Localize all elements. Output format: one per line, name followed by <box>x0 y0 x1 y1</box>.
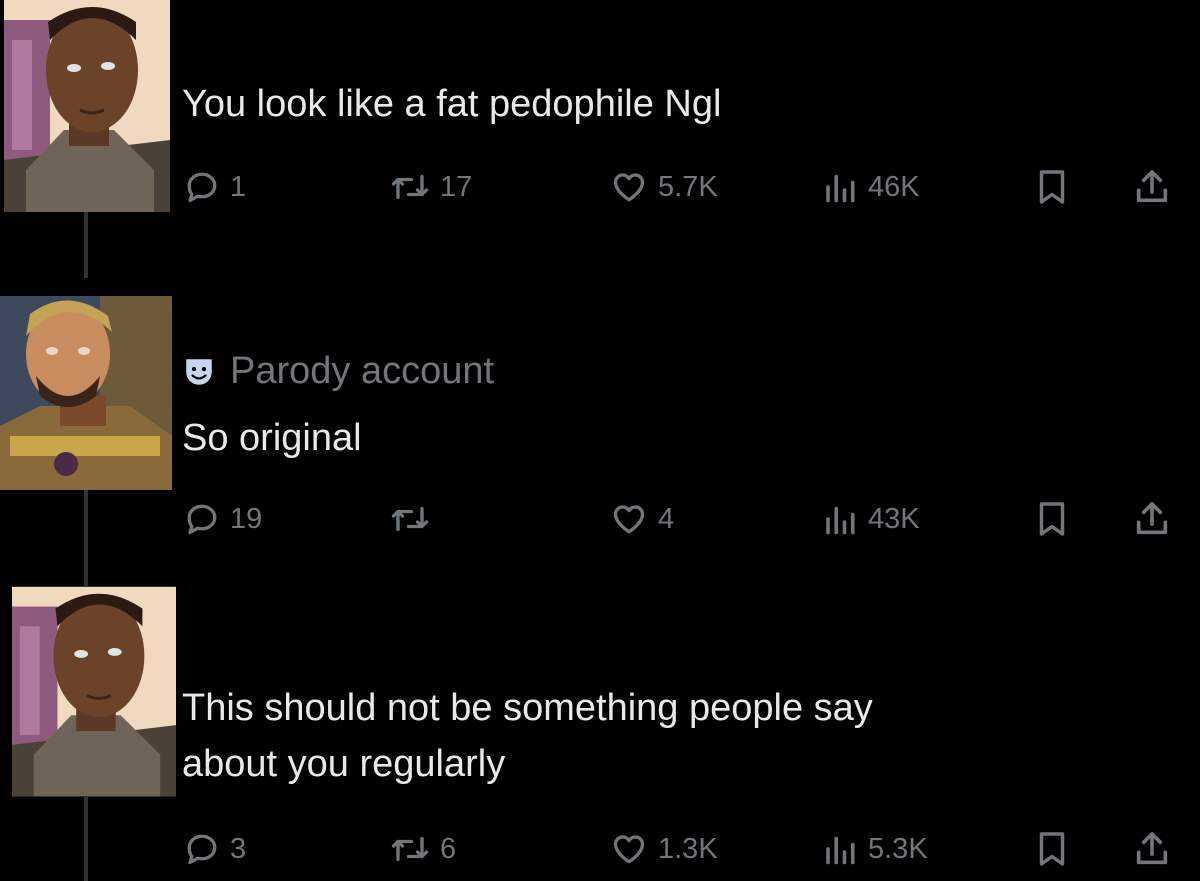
share-icon <box>1136 170 1168 203</box>
reply-icon <box>187 504 217 535</box>
character-portrait-avatar <box>4 0 170 212</box>
parody-badge: Parody account <box>182 350 494 393</box>
character-portrait-avatar <box>0 296 172 490</box>
like-button[interactable]: 1.3K <box>610 826 718 872</box>
views-chart-icon <box>826 174 855 203</box>
character-portrait-avatar <box>12 586 176 797</box>
retweet-icon <box>391 836 429 862</box>
tweet-text: You look like a fat pedophile Ngl <box>182 83 722 125</box>
reply-count: 19 <box>230 502 263 535</box>
tweet-actions: 1 17 5.7K 46K <box>182 164 1178 210</box>
reply-button[interactable]: 3 <box>184 826 246 872</box>
share-icon <box>1136 502 1168 535</box>
heart-icon <box>613 173 645 202</box>
tweet-text: This should not be something people say … <box>182 687 873 785</box>
retweet-icon <box>391 506 429 532</box>
bookmark-button[interactable] <box>1034 496 1070 542</box>
views-button[interactable]: 46K <box>822 164 920 210</box>
thread-line <box>84 490 88 586</box>
parody-mask-icon <box>186 358 212 385</box>
share-button[interactable] <box>1132 826 1172 872</box>
share-button[interactable] <box>1132 496 1172 542</box>
retweet-button[interactable]: 17 <box>390 164 472 210</box>
like-count: 1.3K <box>658 832 718 865</box>
tweet-actions: 19 4 43K <box>182 496 1178 542</box>
bookmark-button[interactable] <box>1034 826 1070 872</box>
tweet-actions: 3 6 1.3K 5.3K <box>182 826 1178 872</box>
reply-button[interactable]: 1 <box>184 164 246 210</box>
heart-icon <box>613 505 645 534</box>
retweet-button[interactable]: 6 <box>390 826 456 872</box>
parody-account-label: Parody account <box>230 350 495 392</box>
avatar[interactable] <box>4 0 170 212</box>
bookmark-button[interactable] <box>1034 164 1070 210</box>
retweet-count: 6 <box>440 832 457 865</box>
like-count: 5.7K <box>658 170 718 203</box>
thread-line <box>84 212 88 278</box>
view-count: 5.3K <box>868 832 928 865</box>
views-chart-icon <box>826 506 855 535</box>
thread-line <box>84 797 88 881</box>
view-count: 46K <box>868 170 920 203</box>
tweet-text: So original <box>182 417 362 459</box>
view-count: 43K <box>868 502 920 535</box>
views-button[interactable]: 5.3K <box>822 826 928 872</box>
avatar[interactable] <box>0 296 172 490</box>
like-count: 4 <box>658 502 675 535</box>
reply-count: 1 <box>230 170 247 203</box>
like-button[interactable]: 4 <box>610 496 674 542</box>
reply-icon <box>187 834 217 865</box>
reply-count: 3 <box>230 832 247 865</box>
bookmark-icon <box>1039 170 1065 204</box>
avatar[interactable] <box>12 586 176 797</box>
views-chart-icon <box>826 836 855 865</box>
reply-button[interactable]: 19 <box>184 496 262 542</box>
share-icon <box>1136 832 1168 865</box>
reply-icon <box>187 172 217 203</box>
like-button[interactable]: 5.7K <box>610 164 718 210</box>
bookmark-icon <box>1039 832 1065 866</box>
views-button[interactable]: 43K <box>822 496 920 542</box>
heart-icon <box>613 835 645 864</box>
bookmark-icon <box>1039 502 1065 536</box>
share-button[interactable] <box>1132 164 1172 210</box>
retweet-count: 17 <box>440 170 473 203</box>
retweet-icon <box>391 174 429 200</box>
retweet-button[interactable] <box>390 496 440 542</box>
